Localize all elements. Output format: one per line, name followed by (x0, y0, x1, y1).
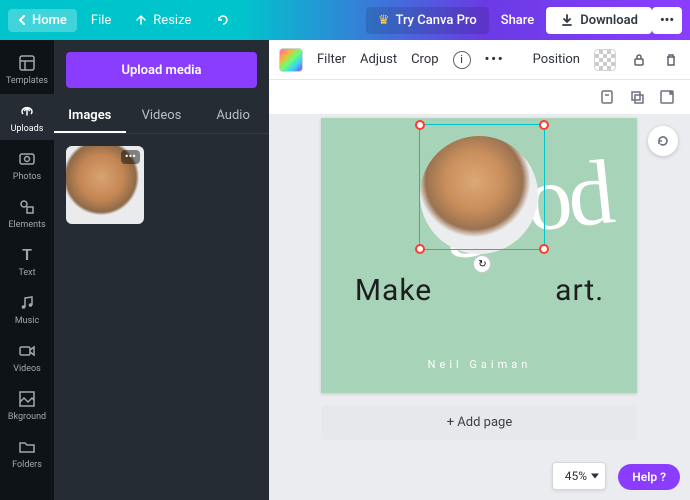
rail-elements[interactable]: Elements (0, 190, 54, 236)
main-body: Templates Uploads Photos Elements T Text… (0, 40, 690, 500)
page-tools (269, 80, 690, 114)
refresh-button[interactable] (648, 126, 678, 156)
upload-tabs: Images Videos Audio (54, 100, 269, 134)
uploads-panel: Upload media Images Videos Audio ••• ‹ (54, 40, 269, 500)
rail-text[interactable]: T Text (0, 238, 54, 284)
headline-art: art. (555, 273, 604, 308)
selection-box[interactable]: ↻ (419, 124, 545, 250)
try-pro-label: Try Canva Pro (395, 13, 476, 28)
download-button[interactable]: Download (546, 7, 652, 34)
info-icon[interactable]: i (453, 51, 471, 69)
resize-icon (135, 14, 147, 26)
rail-elements-label: Elements (8, 220, 45, 230)
background-icon (17, 389, 37, 409)
folders-icon (17, 437, 37, 457)
resize-handle-sw[interactable] (415, 244, 425, 254)
color-swatch[interactable] (279, 48, 303, 72)
thumbnail-grid: ••• (54, 134, 269, 236)
adjust-button[interactable]: Adjust (360, 52, 397, 67)
delete-button[interactable] (662, 51, 680, 69)
rail-background-label: Bkground (8, 412, 46, 422)
text-icon: T (17, 245, 37, 265)
download-label: Download (580, 13, 638, 28)
try-pro-button[interactable]: ♛ Try Canva Pro (366, 7, 489, 34)
rail-uploads-label: Uploads (11, 124, 44, 134)
download-icon (560, 13, 574, 27)
music-icon (17, 293, 37, 313)
elements-icon (17, 197, 37, 217)
help-label: Help ? (632, 470, 666, 484)
rail-folders[interactable]: Folders (0, 430, 54, 476)
file-menu[interactable]: File (81, 9, 121, 32)
zoom-value: 45% (565, 469, 587, 483)
tab-videos[interactable]: Videos (126, 100, 198, 133)
rail-templates-label: Templates (6, 76, 48, 86)
topbar-left: Home File Resize (8, 9, 239, 32)
rotate-handle[interactable]: ↻ (473, 255, 491, 273)
add-page-icon[interactable] (658, 88, 676, 106)
resize-label: Resize (153, 13, 191, 28)
add-page-button[interactable]: + Add page (321, 405, 637, 440)
crop-button[interactable]: Crop (411, 52, 438, 67)
undo-icon (215, 13, 229, 27)
canvas-area: Filter Adjust Crop i ••• Position good M… (269, 40, 690, 500)
resize-menu[interactable]: Resize (125, 9, 201, 32)
rail-photos-label: Photos (13, 172, 41, 182)
more-options-icon[interactable]: ••• (485, 52, 505, 67)
top-bar: Home File Resize ♛ Try Canva Pro Share D… (0, 0, 690, 40)
crown-icon: ♛ (378, 13, 390, 28)
headline-make: Make (355, 273, 432, 308)
videos-icon (17, 341, 37, 361)
notes-icon[interactable] (598, 88, 616, 106)
position-button[interactable]: Position (533, 52, 580, 67)
rail-music[interactable]: Music (0, 286, 54, 332)
transparency-button[interactable] (594, 49, 616, 71)
rail-uploads[interactable]: Uploads (0, 94, 54, 140)
rail-music-label: Music (15, 316, 39, 326)
home-label: Home (32, 13, 67, 28)
chevron-left-icon (18, 15, 26, 25)
zoom-control[interactable]: 45% (552, 462, 606, 490)
rail-videos[interactable]: Videos (0, 334, 54, 380)
rail-folders-label: Folders (12, 460, 42, 470)
resize-handle-se[interactable] (539, 244, 549, 254)
photos-icon (17, 149, 37, 169)
tab-audio[interactable]: Audio (197, 100, 269, 133)
more-button[interactable]: ••• (652, 7, 682, 34)
rail-background[interactable]: Bkground (0, 382, 54, 428)
resize-handle-nw[interactable] (415, 120, 425, 130)
home-button[interactable]: Home (8, 9, 77, 32)
undo-button[interactable] (205, 9, 239, 31)
author-text[interactable]: Neil Gaiman (321, 358, 637, 371)
templates-icon (17, 53, 37, 73)
lock-button[interactable] (630, 51, 648, 69)
share-button[interactable]: Share (489, 7, 547, 34)
resize-handle-ne[interactable] (539, 120, 549, 130)
uploads-icon (17, 101, 37, 121)
share-label: Share (501, 13, 535, 28)
context-toolbar: Filter Adjust Crop i ••• Position (269, 40, 690, 80)
stage[interactable]: good Make art. Neil Gaiman ↻ + Add page (269, 114, 690, 500)
rail-text-label: Text (18, 268, 35, 278)
upload-thumbnail[interactable]: ••• (66, 146, 144, 224)
upload-media-button[interactable]: Upload media (66, 52, 257, 88)
headline-text[interactable]: Make art. (321, 268, 637, 308)
rail-photos[interactable]: Photos (0, 142, 54, 188)
tab-images[interactable]: Images (54, 100, 126, 133)
help-button[interactable]: Help ? (618, 464, 680, 490)
thumbnail-more-icon[interactable]: ••• (121, 150, 140, 164)
side-rail: Templates Uploads Photos Elements T Text… (0, 40, 54, 500)
refresh-icon (655, 133, 671, 149)
rail-videos-label: Videos (13, 364, 41, 374)
file-label: File (91, 13, 111, 28)
filter-button[interactable]: Filter (317, 52, 346, 67)
design-page[interactable]: good Make art. Neil Gaiman ↻ (321, 118, 637, 393)
duplicate-page-icon[interactable] (628, 88, 646, 106)
rail-templates[interactable]: Templates (0, 46, 54, 92)
